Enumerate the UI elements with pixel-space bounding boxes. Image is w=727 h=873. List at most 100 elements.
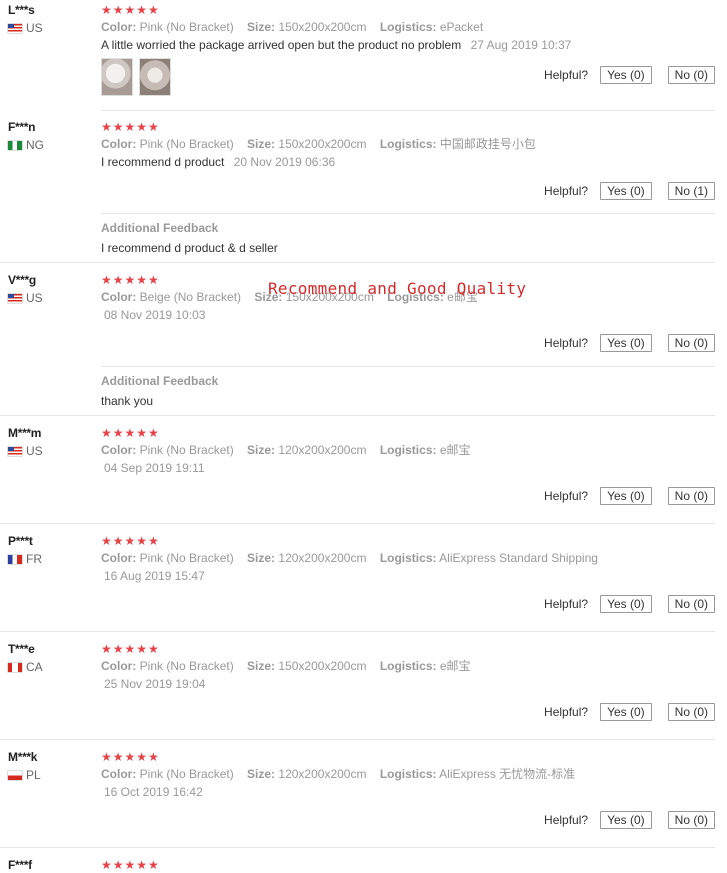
helpful-yes-button[interactable]: Yes (0) xyxy=(600,334,652,352)
review-photo-thumbnail[interactable] xyxy=(101,58,133,96)
review-content: ★★★★★ Color: Pink (No Bracket) Size: 120… xyxy=(101,534,715,584)
helpful-no-button[interactable]: No (1) xyxy=(667,182,715,200)
helpful-vote: Helpful? Yes (0) No (1) xyxy=(544,182,715,200)
pl-flag-icon xyxy=(8,770,22,780)
reviewer-country: CA xyxy=(8,660,43,674)
review-photo-thumbnail[interactable] xyxy=(139,58,171,96)
review-item: F***f ★★★★★ xyxy=(0,858,727,873)
review-item: T***e CA ★★★★★ Color: Pink (No Bracket) … xyxy=(0,642,727,732)
reviewer-country: US xyxy=(8,291,43,305)
reviewer-info: M***m US xyxy=(8,426,43,458)
us-flag-icon xyxy=(8,293,22,303)
reviewer-info: M***k PL xyxy=(8,750,41,782)
star-rating: ★★★★★ xyxy=(101,3,160,17)
ca-flag-icon xyxy=(8,662,22,672)
reviewer-info: F***f xyxy=(8,858,32,872)
helpful-vote: Helpful? Yes (0) No (0) xyxy=(544,811,715,829)
star-rating: ★★★★★ xyxy=(101,120,160,134)
additional-feedback-text: thank you xyxy=(101,394,154,408)
review-date: 25 Nov 2019 19:04 xyxy=(104,677,206,691)
helpful-no-button[interactable]: No (0) xyxy=(667,334,715,352)
reviewer-country: PL xyxy=(8,768,41,782)
reviewer-country: FR xyxy=(8,552,42,566)
reviewer-name: M***m xyxy=(8,426,42,440)
review-date: 16 Aug 2019 15:47 xyxy=(104,569,205,583)
review-item: L***s US ★★★★★ Color: Pink (No Bracket) … xyxy=(0,3,727,103)
reviewer-name: L***s xyxy=(8,3,35,17)
reviewer-info: T***e CA xyxy=(8,642,43,674)
additional-feedback: Additional Feedback thank you xyxy=(101,374,218,408)
reviewer-name: F***f xyxy=(8,858,32,872)
reviewer-name: V***g xyxy=(8,273,36,287)
reviewer-info: V***g US xyxy=(8,273,43,305)
additional-feedback-heading: Additional Feedback xyxy=(101,374,219,388)
review-text: A little worried the package arrived ope… xyxy=(101,38,572,52)
reviewer-name: M***k xyxy=(8,750,38,764)
reviewer-info: F***n NG xyxy=(8,120,44,152)
helpful-vote: Helpful? Yes (0) No (0) xyxy=(544,66,715,84)
review-item: M***k PL ★★★★★ Color: Pink (No Bracket) … xyxy=(0,750,727,840)
reviewer-country: US xyxy=(8,21,43,35)
reviewer-country: NG xyxy=(8,138,44,152)
helpful-yes-button[interactable]: Yes (0) xyxy=(600,595,652,613)
review-date: 04 Sep 2019 19:11 xyxy=(104,461,205,475)
helpful-label: Helpful? xyxy=(544,489,589,503)
order-info: Color: Pink (No Bracket) Size: 120x200x2… xyxy=(101,551,598,565)
star-rating: ★★★★★ xyxy=(101,534,160,548)
helpful-no-button[interactable]: No (0) xyxy=(667,703,715,721)
helpful-label: Helpful? xyxy=(544,184,589,198)
reviewer-name: F***n xyxy=(8,120,36,134)
divider xyxy=(0,631,715,632)
us-flag-icon xyxy=(8,23,22,33)
divider xyxy=(0,523,715,524)
star-rating: ★★★★★ xyxy=(101,750,160,764)
divider xyxy=(0,739,715,740)
reviewer-name: T***e xyxy=(8,642,35,656)
additional-feedback-heading: Additional Feedback xyxy=(101,221,219,235)
helpful-yes-button[interactable]: Yes (0) xyxy=(600,182,652,200)
divider xyxy=(0,262,715,263)
reviewer-country: US xyxy=(8,444,43,458)
helpful-yes-button[interactable]: Yes (0) xyxy=(600,66,652,84)
reviewer-name: P***t xyxy=(8,534,33,548)
review-item: F***n NG ★★★★★ Color: Pink (No Bracket) … xyxy=(0,120,727,210)
divider xyxy=(0,847,715,848)
helpful-yes-button[interactable]: Yes (0) xyxy=(600,703,652,721)
helpful-no-button[interactable]: No (0) xyxy=(667,66,715,84)
review-date: 27 Aug 2019 10:37 xyxy=(470,38,572,52)
review-date: 08 Nov 2019 10:03 xyxy=(104,308,206,322)
order-info: Color: Pink (No Bracket) Size: 120x200x2… xyxy=(101,443,471,457)
helpful-vote: Helpful? Yes (0) No (0) xyxy=(544,703,715,721)
review-content: ★★★★★ Color: Pink (No Bracket) Size: 150… xyxy=(101,120,715,170)
helpful-label: Helpful? xyxy=(544,597,589,611)
reviewer-info: L***s US xyxy=(8,3,43,35)
helpful-no-button[interactable]: No (0) xyxy=(667,487,715,505)
divider xyxy=(101,110,715,111)
helpful-yes-button[interactable]: Yes (0) xyxy=(600,487,652,505)
order-info: Color: Pink (No Bracket) Size: 120x200x2… xyxy=(101,767,576,781)
star-rating: ★★★★★ xyxy=(101,426,160,440)
review-content: ★★★★★ Color: Pink (No Bracket) Size: 120… xyxy=(101,426,715,476)
divider xyxy=(0,415,715,416)
fr-flag-icon xyxy=(8,554,22,564)
review-date: 20 Nov 2019 06:36 xyxy=(233,155,336,169)
review-date: 16 Oct 2019 16:42 xyxy=(104,785,203,799)
helpful-vote: Helpful? Yes (0) No (0) xyxy=(544,487,715,505)
review-item: P***t FR ★★★★★ Color: Pink (No Bracket) … xyxy=(0,534,727,624)
watermark-text: Recommend and Good Quality xyxy=(268,279,527,298)
helpful-no-button[interactable]: No (0) xyxy=(667,811,715,829)
review-text: I recommend d product 20 Nov 2019 06:36 xyxy=(101,155,336,169)
helpful-label: Helpful? xyxy=(544,336,589,350)
review-item: M***m US ★★★★★ Color: Pink (No Bracket) … xyxy=(0,426,727,516)
helpful-label: Helpful? xyxy=(544,705,589,719)
reviewer-info: P***t FR xyxy=(8,534,42,566)
star-rating: ★★★★★ xyxy=(101,642,160,656)
helpful-vote: Helpful? Yes (0) No (0) xyxy=(544,595,715,613)
order-info: Color: Pink (No Bracket) Size: 150x200x2… xyxy=(101,137,536,151)
star-rating: ★★★★★ xyxy=(101,858,160,872)
additional-feedback: Additional Feedback I recommend d produc… xyxy=(101,221,278,255)
helpful-yes-button[interactable]: Yes (0) xyxy=(600,811,652,829)
divider xyxy=(101,213,715,214)
review-content: ★★★★★ Color: Pink (No Bracket) Size: 150… xyxy=(101,642,715,692)
helpful-no-button[interactable]: No (0) xyxy=(667,595,715,613)
